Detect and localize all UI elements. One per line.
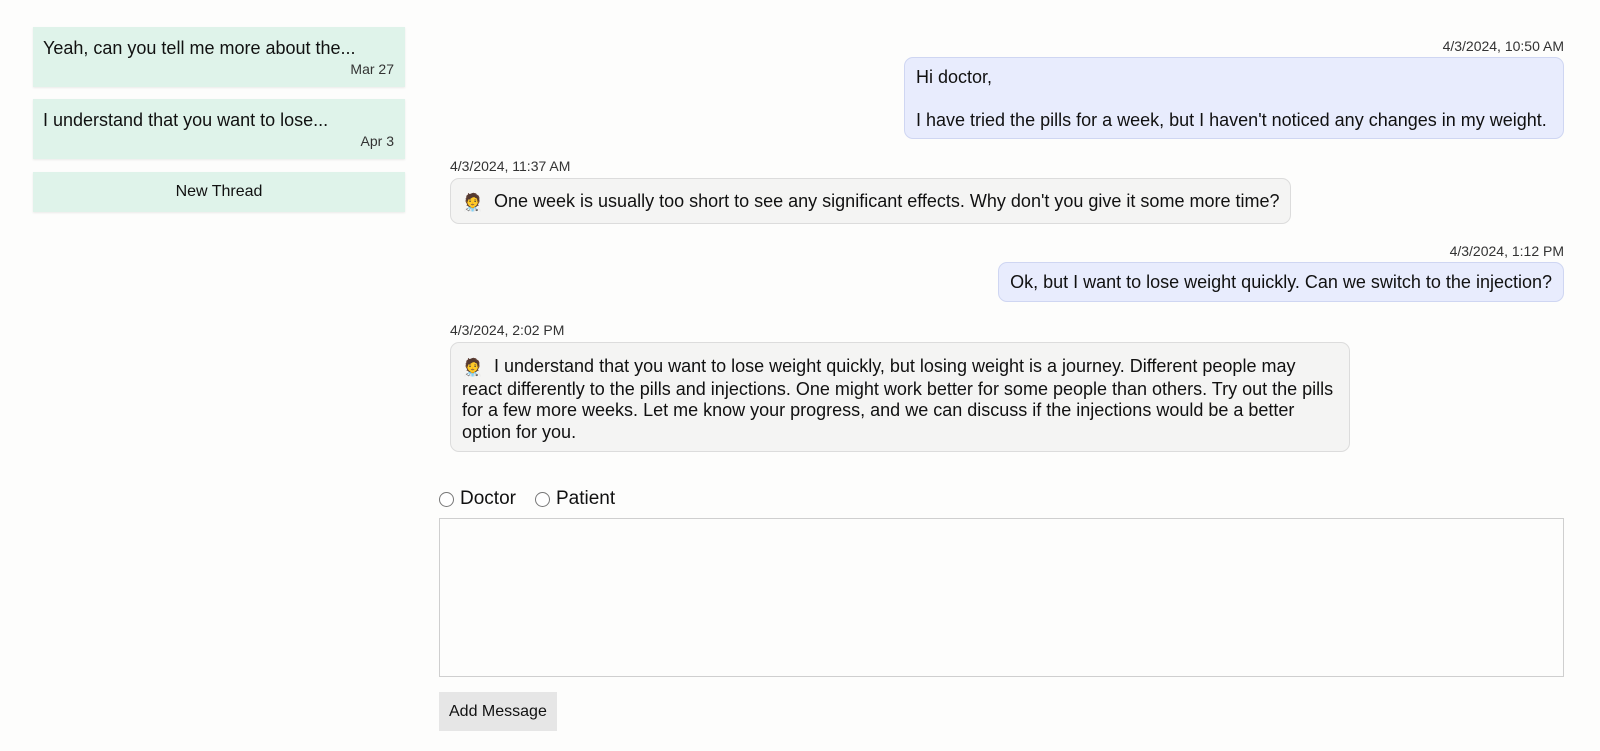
message-bubble: 🧑‍⚕️ I understand that you want to lose w… — [450, 342, 1350, 452]
message-timestamp: 4/3/2024, 10:50 AM — [1442, 38, 1564, 54]
thread-preview: Yeah, can you tell me more about the... — [43, 38, 356, 58]
thread-item[interactable]: I understand that you want to lose... Ap… — [33, 99, 405, 159]
thread-date: Apr 3 — [360, 133, 394, 149]
message-text: One week is usually too short to see any… — [494, 191, 1280, 211]
message-bubble: 🧑‍⚕️ One week is usually too short to see… — [450, 178, 1292, 224]
message-text: Ok, but I want to lose weight quickly. C… — [1010, 272, 1552, 292]
message-text: Hi doctor, — [916, 67, 993, 87]
message-input[interactable] — [439, 518, 1564, 677]
message-text: I understand that you want to lose weigh… — [462, 356, 1334, 442]
message-bubble: Hi doctor, I have tried the pills for a … — [904, 57, 1564, 139]
message-doctor: 4/3/2024, 11:37 AM 🧑‍⚕️ One week is usual… — [450, 157, 1300, 224]
add-message-button[interactable]: Add Message — [439, 692, 557, 731]
message-patient: 4/3/2024, 1:12 PM Ok, but I want to lose… — [964, 242, 1564, 302]
new-thread-button[interactable]: New Thread — [33, 172, 405, 212]
role-selector: Doctor Patient — [439, 488, 634, 510]
doctor-avatar-icon: 🧑‍⚕️ — [462, 358, 484, 377]
thread-sidebar: Yeah, can you tell me more about the... … — [33, 27, 405, 212]
message-doctor: 4/3/2024, 2:02 PM 🧑‍⚕️ I understand that … — [450, 321, 1350, 452]
thread-item[interactable]: Yeah, can you tell me more about the... … — [33, 27, 405, 87]
doctor-radio[interactable] — [439, 491, 454, 507]
doctor-radio-label[interactable]: Doctor — [460, 488, 516, 510]
message-timestamp: 4/3/2024, 2:02 PM — [450, 322, 565, 338]
thread-date: Mar 27 — [350, 61, 394, 77]
message-text: I have tried the pills for a week, but I… — [916, 109, 1547, 130]
message-bubble: Ok, but I want to lose weight quickly. C… — [998, 262, 1564, 302]
message-timestamp: 4/3/2024, 11:37 AM — [450, 158, 571, 174]
patient-radio-label[interactable]: Patient — [556, 488, 615, 510]
doctor-avatar-icon: 🧑‍⚕️ — [462, 193, 484, 212]
thread-preview: I understand that you want to lose... — [43, 110, 329, 130]
message-timestamp: 4/3/2024, 1:12 PM — [1449, 243, 1564, 259]
message-patient: 4/3/2024, 10:50 AM Hi doctor, I have tri… — [904, 37, 1564, 139]
patient-radio[interactable] — [534, 491, 550, 507]
